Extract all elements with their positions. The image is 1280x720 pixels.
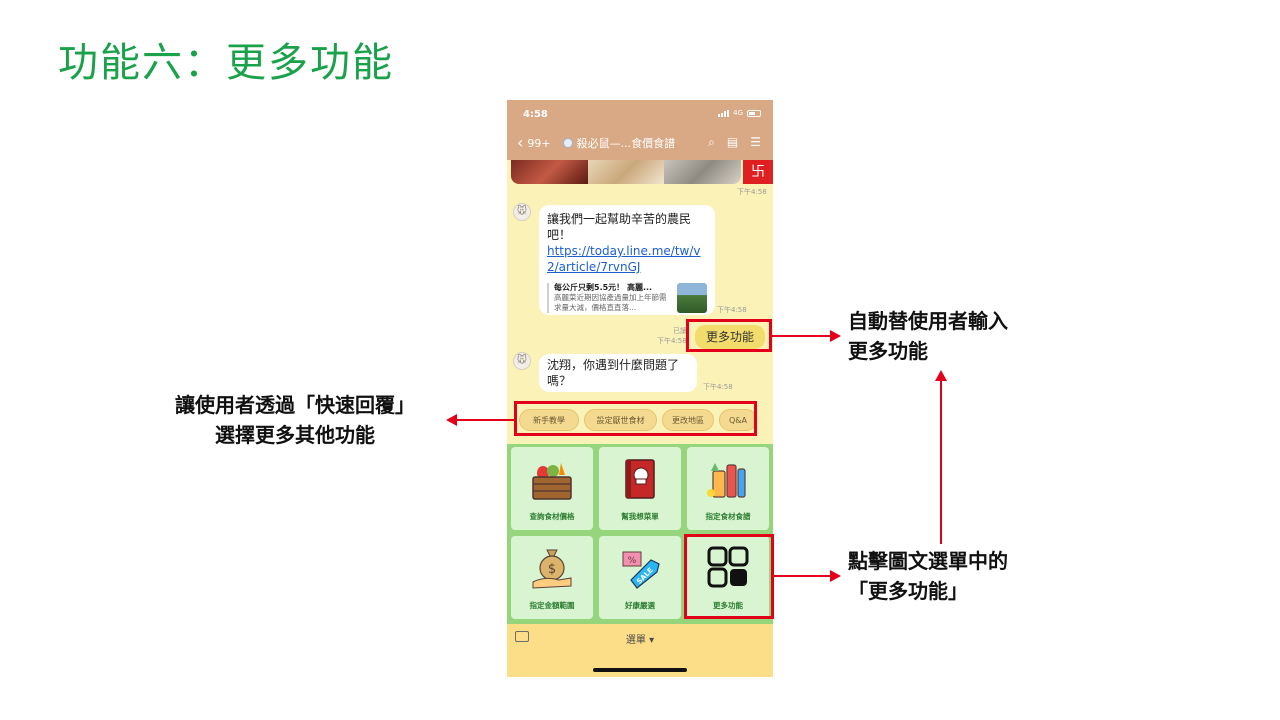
annotation-line: 點擊圖文選單中的 — [848, 549, 1008, 573]
bot-avatar[interactable]: 🐭 — [513, 203, 531, 221]
annotation-connector — [456, 419, 514, 421]
article-link[interactable]: https://today.line.me/tw/v2/article/7rvn… — [547, 243, 707, 275]
annotation-line: 「更多功能」 — [848, 579, 968, 603]
bottom-bar: 選單 ▾ — [507, 624, 773, 677]
preview-title: 每公斤只剩5.5元！ 高麗... — [554, 283, 653, 292]
highlight-more-features-tile — [684, 534, 774, 619]
rich-menu-label: 指定金額範圍 — [529, 601, 575, 610]
chat-header: ‹ 99+ 殺必鼠—...食價食譜 ⌕ ▤ ☰ — [507, 126, 773, 160]
search-icon[interactable]: ⌕ — [708, 135, 715, 150]
svg-text:%: % — [628, 556, 637, 566]
rich-menu-label: 查詢食材價格 — [529, 512, 575, 521]
home-indicator — [593, 668, 687, 672]
header-actions: ⌕ ▤ ☰ — [708, 135, 761, 150]
menu-toggle[interactable]: 選單 ▾ — [507, 631, 773, 646]
annotation-quick-reply: 讓使用者透過「快速回覆」 選擇更多其他功能 — [150, 390, 440, 450]
sent-timestamp: 下午4:58 — [657, 337, 687, 345]
rich-menu-budget-range[interactable]: $ 指定金額範圍 — [511, 536, 593, 619]
recipe-book-icon — [625, 459, 655, 499]
rich-menu-label: 好康嚴選 — [625, 601, 655, 610]
menu-icon[interactable]: ☰ — [750, 135, 761, 150]
arrow-right-icon — [830, 330, 841, 342]
status-time: 4:58 — [523, 109, 548, 120]
highlight-quick-replies — [514, 401, 757, 436]
rich-menu-best-deals[interactable]: % SALE 好康嚴選 — [599, 536, 681, 619]
photo-timestamp: 下午4:58 — [737, 188, 767, 196]
message-text: 讓我們一起幫助辛苦的農民吧！ — [547, 212, 692, 242]
annotation-connector — [940, 380, 942, 544]
annotation-connector — [774, 575, 832, 577]
message1-timestamp: 下午4:58 — [717, 306, 747, 314]
sale-tag-icon: % SALE — [622, 551, 660, 589]
status-bar: 4:58 4G — [507, 100, 773, 126]
annotation-line: 讓使用者透過「快速回覆」 — [175, 393, 415, 417]
status-icons: 4G — [718, 109, 761, 117]
chat-title[interactable]: 殺必鼠—...食價食譜 — [577, 135, 676, 151]
notes-icon[interactable]: ▤ — [727, 135, 738, 150]
arrow-left-icon — [446, 414, 457, 426]
annotation-auto-input: 自動替使用者輸入 更多功能 — [848, 306, 1008, 366]
message2-timestamp: 下午4:58 — [703, 383, 733, 391]
link-preview[interactable]: 每公斤只剩5.5元！ 高麗... 高麗菜近期因協產過量加上年節需求量大減，價格直… — [547, 283, 707, 313]
bot-avatar-2[interactable]: 🐭 — [513, 352, 531, 370]
message-bubble-question[interactable]: 沈翔，你遇到什麼問題了嗎？ — [539, 354, 697, 392]
annotation-line: 選擇更多其他功能 — [215, 423, 375, 447]
money-bag-icon: $ — [532, 549, 572, 589]
read-receipt: 已讀 — [673, 327, 687, 335]
rich-menu-label: 幫我想菜單 — [621, 512, 659, 521]
annotation-line: 更多功能 — [848, 339, 928, 363]
rich-menu-label: 指定食材食譜 — [705, 512, 751, 521]
rich-menu-recipe-by-ingredient[interactable]: 指定食材食譜 — [687, 447, 769, 530]
battery-icon — [747, 109, 761, 117]
official-badge-icon — [562, 138, 573, 148]
svg-text:$: $ — [548, 562, 556, 577]
groceries-icon — [707, 463, 746, 498]
signal-icon — [718, 109, 730, 117]
annotation-connector — [772, 335, 832, 337]
arrow-right-icon — [830, 570, 841, 582]
annotation-rich-menu: 點擊圖文選單中的 「更多功能」 — [848, 546, 1008, 606]
rich-menu-suggest-menu[interactable]: 幫我想菜單 — [599, 447, 681, 530]
annotation-line: 自動替使用者輸入 — [848, 309, 1008, 333]
highlight-sent-message — [686, 319, 772, 352]
back-arrow-icon[interactable]: ‹ — [517, 135, 523, 151]
network-label: 4G — [733, 109, 743, 117]
preview-desc: 高麗菜近期因協產過量加上年節需求量大減，價格直直落... — [554, 293, 667, 312]
message-bubble-article[interactable]: 讓我們一起幫助辛苦的農民吧！ https://today.line.me/tw/… — [539, 205, 715, 315]
preview-thumbnail — [677, 283, 707, 313]
food-photo-carousel[interactable] — [511, 160, 741, 184]
brand-logo: 卐 — [743, 160, 773, 184]
arrow-up-icon — [935, 370, 947, 381]
vegetable-crate-icon — [532, 463, 572, 500]
unread-count[interactable]: 99+ — [527, 137, 550, 150]
rich-menu-ingredient-price[interactable]: 查詢食材價格 — [511, 447, 593, 530]
slide-title: 功能六：更多功能 — [58, 40, 394, 86]
